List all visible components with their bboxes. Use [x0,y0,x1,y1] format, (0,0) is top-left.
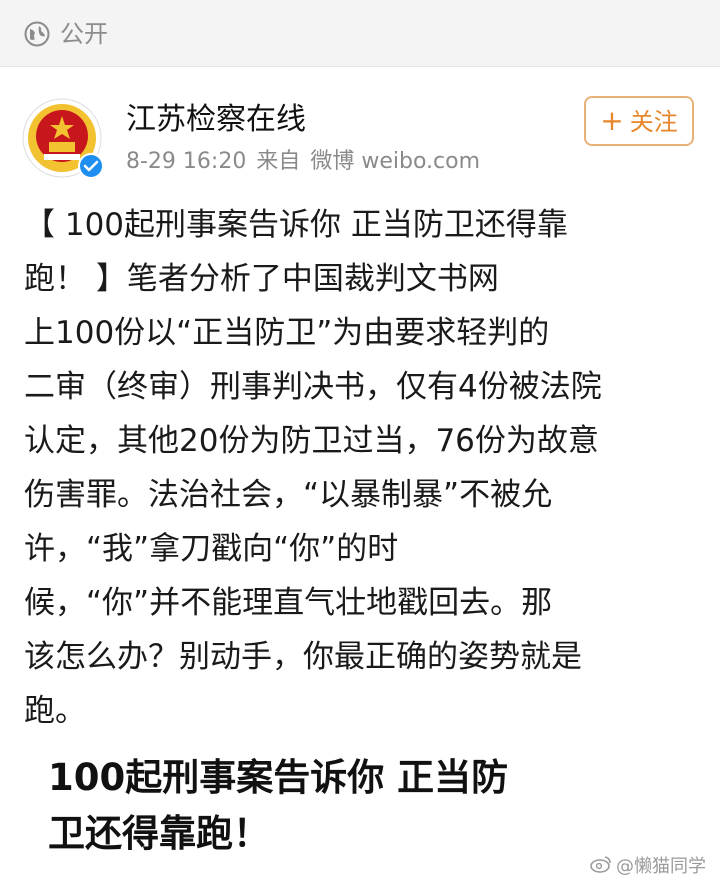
plus-icon: + [600,104,624,137]
post-text-line: 跑。 [24,693,86,729]
globe-icon [24,21,50,47]
post-text-line: 【 100起刑事案告诉你 正当防卫还得靠 [24,207,568,243]
post-text-line: 候，“你”并不能理直气壮地戳回去。那 [24,585,553,621]
weibo-watermark: @懒猫同学 [590,852,706,879]
author-name[interactable]: 江苏检察在线 [126,100,306,140]
post-text-line: 伤害罪。法治社会，“以暴制暴”不被允 [24,477,553,513]
visibility-bar: 公开 [0,0,720,67]
post-source: 微博 weibo.com [310,149,480,174]
weibo-logo-icon [590,855,612,878]
watermark-text: @懒猫同学 [616,855,706,877]
post-text-line: 认定，其他20份为防卫过当，76份为故意 [24,423,599,459]
post-source-prefix: 来自 [256,149,301,174]
post-date: 8-29 16:20 [126,149,247,174]
post-text-line: 该怎么办？别动手，你最正确的姿势就是 [24,639,582,675]
post-text-line: 二审（终审）刑事判决书，仅有4份被法院 [24,369,602,405]
post-text-line: 上100份以“正当防卫”为由要求轻判的 [24,315,550,351]
image-headline[interactable]: 100起刑事案告诉你 正当防 卫还得靠跑！ [48,750,688,862]
headline-line: 100起刑事案告诉你 正当防 [48,756,509,799]
post-body: 【 100起刑事案告诉你 正当防卫还得靠 跑！ 】笔者分析了中国裁判文书网 上1… [24,198,704,738]
post-text-line: 许，“我”拿刀戳向“你”的时 [24,531,399,567]
verified-badge-icon [78,153,104,179]
post-text-line: 跑！ 】笔者分析了中国裁判文书网 [24,261,499,297]
follow-label: 关注 [629,108,678,136]
follow-button[interactable]: + 关注 [584,96,694,146]
visibility-label: 公开 [60,20,108,48]
post-meta: 8-29 16:20 来自 微博 weibo.com [126,147,490,177]
